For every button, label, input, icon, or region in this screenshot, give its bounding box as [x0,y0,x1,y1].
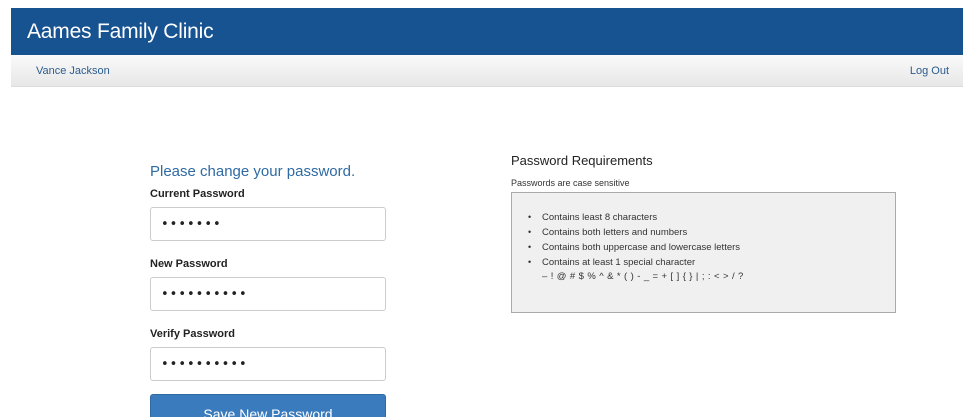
requirement-text: Contains at least 1 special character [542,257,696,268]
current-password-input[interactable] [150,207,386,241]
verify-password-input[interactable] [150,347,386,381]
change-password-form: Please change your password. Current Pas… [150,163,390,417]
new-password-label: New Password [150,258,228,270]
password-requirements: Password Requirements Passwords are case… [511,153,896,313]
requirement-item: • Contains both uppercase and lowercase l… [528,240,895,255]
bullet-icon: • [528,242,532,252]
navbar: Vance Jackson Log Out [11,55,963,87]
verify-password-label: Verify Password [150,328,235,340]
bullet-icon: • [528,212,532,222]
requirement-item: • Contains at least 1 special character [528,255,895,270]
bullet-icon: • [528,257,532,267]
requirement-item: • Contains both letters and numbers [528,225,895,240]
save-new-password-button[interactable]: Save New Password [150,394,386,417]
special-characters: – ! @ # $ % ^ & * ( ) - _ = + [ ] { } | … [542,271,744,282]
requirements-box: • Contains least 8 characters • Contains b… [511,192,896,313]
requirement-text: Contains both letters and numbers [542,227,688,238]
requirement-text: Contains least 8 characters [542,212,658,223]
current-password-label: Current Password [150,188,245,200]
bullet-icon: • [528,227,532,237]
requirements-list: • Contains least 8 characters • Contains b… [528,210,895,270]
requirements-heading: Password Requirements [511,153,653,168]
case-sensitive-note: Passwords are case sensitive [511,178,630,188]
requirement-text: Contains both uppercase and lowercase le… [542,242,741,253]
user-name-link[interactable]: Vance Jackson [36,65,110,77]
form-heading: Please change your password. [150,163,356,180]
logout-link[interactable]: Log Out [910,65,949,77]
new-password-input[interactable] [150,277,386,311]
requirement-item: • Contains least 8 characters [528,210,895,225]
app-title: Aames Family Clinic [27,20,214,43]
app-header: Aames Family Clinic [11,8,963,55]
